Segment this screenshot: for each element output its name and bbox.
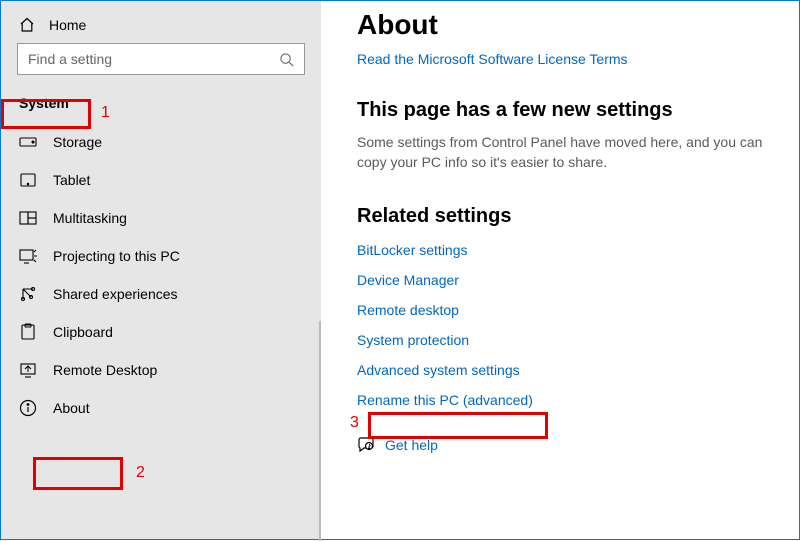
search-input[interactable]: [17, 43, 305, 75]
tablet-icon: [19, 171, 37, 189]
sidebar-item-tablet[interactable]: Tablet: [1, 161, 321, 199]
sidebar-item-remote[interactable]: Remote Desktop: [1, 351, 321, 389]
license-terms-link[interactable]: Read the Microsoft Software License Term…: [357, 51, 771, 67]
sidebar-item-about[interactable]: About: [1, 389, 321, 427]
related-link-system-protection[interactable]: System protection: [357, 332, 771, 348]
home-icon: [19, 17, 35, 33]
new-settings-desc: Some settings from Control Panel have mo…: [357, 132, 771, 173]
search-field[interactable]: [28, 51, 279, 67]
sidebar-item-label: Tablet: [53, 172, 303, 188]
scrollbar-track[interactable]: [319, 321, 321, 541]
sidebar-item-storage[interactable]: Storage: [1, 123, 321, 161]
sidebar-item-multitasking[interactable]: Multitasking: [1, 199, 321, 237]
related-settings-heading: Related settings: [357, 205, 771, 228]
sidebar: Home System Storage: [1, 1, 321, 539]
help-icon: [357, 436, 375, 454]
get-help-link[interactable]: Get help: [385, 437, 438, 453]
new-settings-heading: This page has a few new settings: [357, 99, 771, 122]
related-link-remote-desktop[interactable]: Remote desktop: [357, 302, 771, 318]
sidebar-item-label: Remote Desktop: [53, 362, 303, 378]
about-icon: [19, 399, 37, 417]
related-links: BitLocker settings Device Manager Remote…: [357, 242, 771, 408]
sidebar-item-label: Storage: [53, 134, 303, 150]
sidebar-item-projecting[interactable]: Projecting to this PC: [1, 237, 321, 275]
sidebar-item-label: About: [53, 400, 303, 416]
sidebar-item-label: Shared experiences: [53, 286, 303, 302]
section-label-system[interactable]: System: [1, 87, 321, 123]
get-help-row[interactable]: Get help: [357, 436, 771, 454]
search-icon: [279, 52, 294, 67]
related-link-bitlocker[interactable]: BitLocker settings: [357, 242, 771, 258]
home-nav-item[interactable]: Home: [1, 11, 321, 43]
sidebar-item-label: Projecting to this PC: [53, 248, 303, 264]
related-link-rename-pc[interactable]: Rename this PC (advanced): [357, 392, 771, 408]
main-content: About Read the Microsoft Software Licens…: [321, 1, 799, 539]
nav-list: Storage Tablet Multitasking: [1, 123, 321, 427]
shared-icon: [19, 285, 37, 303]
sidebar-item-shared[interactable]: Shared experiences: [1, 275, 321, 313]
search-container: [1, 43, 321, 87]
sidebar-item-clipboard[interactable]: Clipboard: [1, 313, 321, 351]
multitasking-icon: [19, 209, 37, 227]
related-link-device-manager[interactable]: Device Manager: [357, 272, 771, 288]
projecting-icon: [19, 247, 37, 265]
sidebar-item-label: Multitasking: [53, 210, 303, 226]
sidebar-item-label: Clipboard: [53, 324, 303, 340]
remote-icon: [19, 361, 37, 379]
page-title: About: [357, 9, 771, 41]
related-link-advanced-system-settings[interactable]: Advanced system settings: [357, 362, 771, 378]
home-label: Home: [49, 17, 86, 33]
storage-icon: [19, 133, 37, 151]
clipboard-icon: [19, 323, 37, 341]
